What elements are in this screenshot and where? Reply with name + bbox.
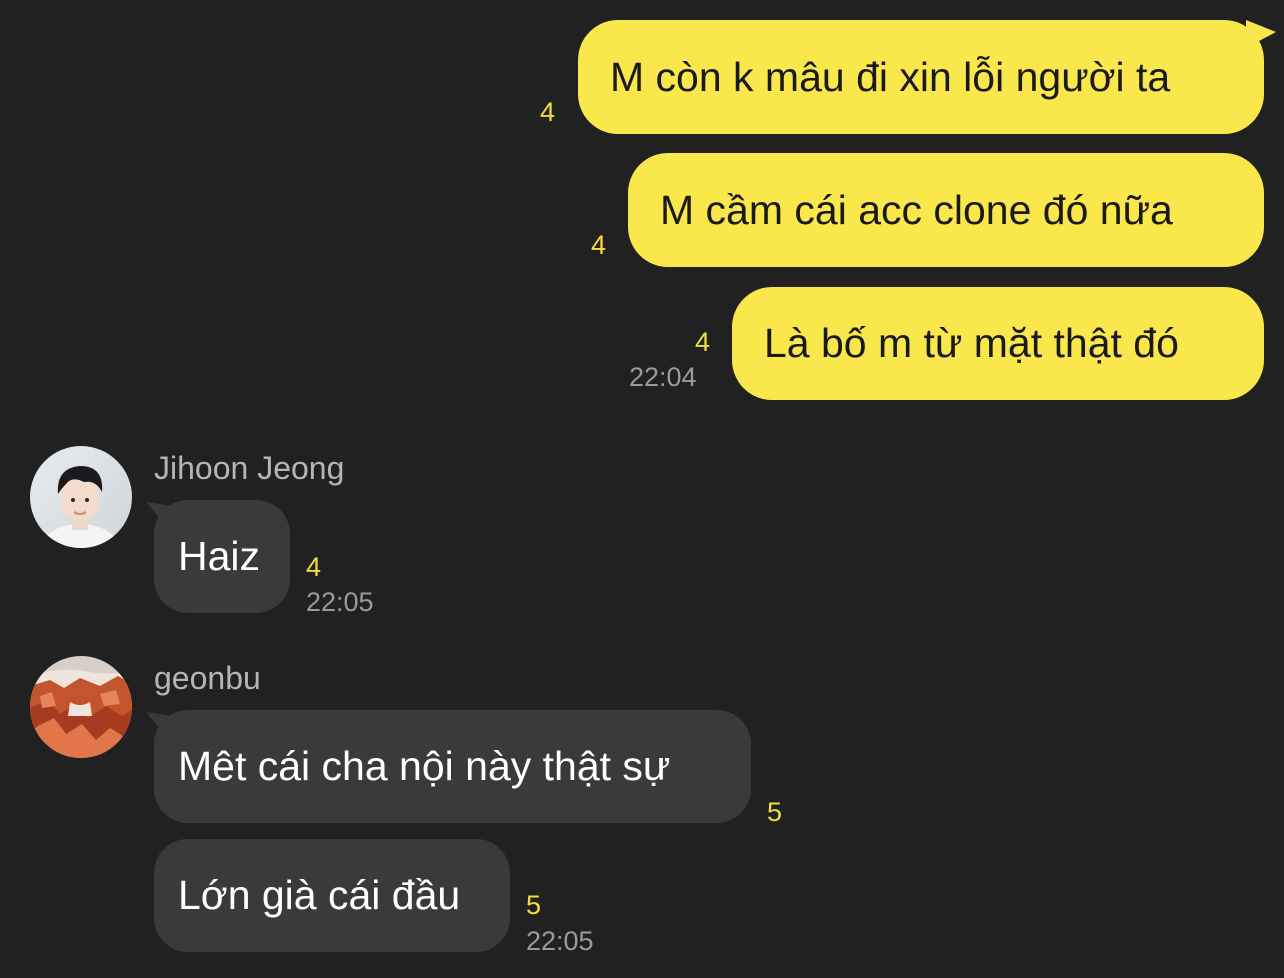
avatar[interactable]	[30, 656, 132, 758]
red-rock-landscape-avatar-icon	[30, 656, 132, 758]
outgoing-message-bubble[interactable]: Là bố m từ mặt thật đó	[732, 287, 1264, 400]
incoming-message-bubble[interactable]: Haiz	[154, 500, 290, 613]
unread-count: 5	[526, 890, 542, 920]
person-avatar-icon	[30, 446, 132, 548]
message-text: Lớn già cái đầu	[178, 872, 461, 918]
bubble-tail	[1246, 20, 1276, 48]
unread-count: 4	[591, 230, 607, 260]
incoming-message-bubble[interactable]: Lớn già cái đầu	[154, 839, 510, 952]
message-text: Mêt cái cha nội này thật sự	[178, 743, 671, 789]
outgoing-message-bubble[interactable]: M còn k mâu đi xin lỗi người ta	[578, 20, 1264, 134]
message-text: Là bố m từ mặt thật đó	[764, 320, 1179, 366]
message-timestamp: 22:04	[629, 362, 697, 392]
message-text: M cầm cái acc clone đó nữa	[660, 186, 1173, 233]
sender-name: geonbu	[154, 660, 261, 696]
message-timestamp: 22:05	[306, 587, 374, 617]
unread-count: 5	[767, 797, 783, 827]
unread-count: 4	[540, 97, 556, 127]
unread-count: 4	[695, 327, 711, 357]
unread-count: 4	[306, 552, 322, 582]
message-timestamp: 22:05	[526, 926, 594, 956]
sender-name: Jihoon Jeong	[154, 450, 345, 486]
message-text: M còn k mâu đi xin lỗi người ta	[610, 53, 1171, 100]
incoming-message-bubble[interactable]: Mêt cái cha nội này thật sự	[154, 710, 751, 823]
outgoing-message-bubble[interactable]: M cầm cái acc clone đó nữa	[628, 153, 1264, 267]
avatar[interactable]	[30, 446, 132, 548]
message-text: Haiz	[178, 533, 261, 579]
